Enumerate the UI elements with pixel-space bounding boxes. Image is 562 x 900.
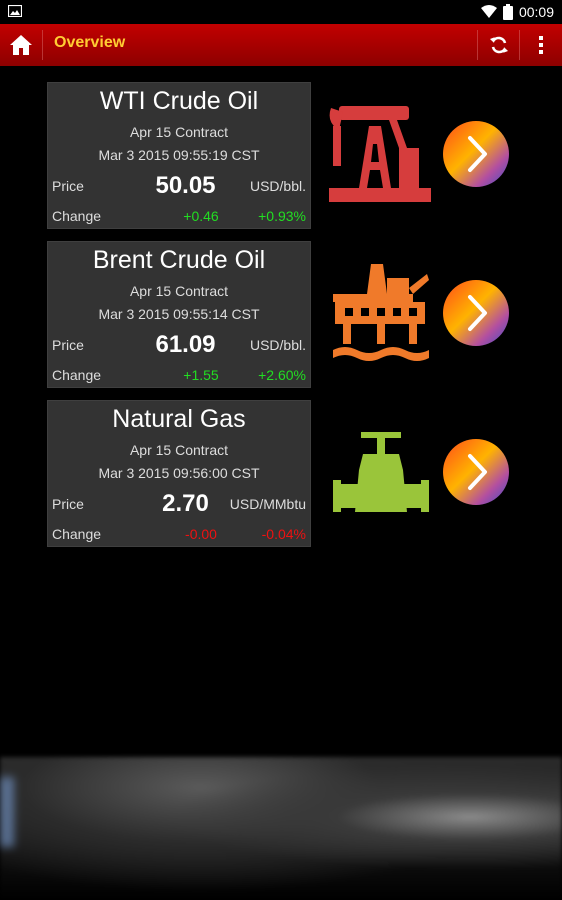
commodity-name: Natural Gas [112, 405, 246, 433]
refresh-icon [489, 36, 509, 54]
change-value: +0.46 [183, 208, 219, 224]
contract-label: Apr 15 Contract [129, 283, 229, 299]
change-percent: -0.04% [261, 526, 306, 542]
price-label: Price [52, 337, 84, 353]
details-arrow-button[interactable] [443, 121, 509, 187]
commodity-card-natural-gas[interactable]: Natural Gas Apr 15 Contract Mar 3 2015 0… [47, 400, 311, 547]
change-value: +1.55 [183, 367, 219, 383]
commodity-card-wti[interactable]: WTI Crude Oil Apr 15 Contract Mar 3 2015… [47, 82, 311, 229]
banner-decoration [0, 777, 14, 847]
quote-timestamp: Mar 3 2015 09:55:19 CST [98, 147, 260, 163]
price-unit: USD/bbl. [249, 337, 306, 353]
details-arrow-button[interactable] [443, 280, 509, 346]
price-label: Price [52, 496, 84, 512]
contract-label: Apr 15 Contract [129, 124, 229, 140]
price-unit: USD/MMbtu [229, 496, 306, 512]
app-bar: Overview [0, 24, 562, 66]
contract-label: Apr 15 Contract [129, 442, 229, 458]
price-unit: USD/bbl. [249, 178, 306, 194]
home-icon [10, 35, 32, 55]
divider [42, 30, 43, 60]
commodity-name: Brent Crude Oil [92, 246, 266, 274]
details-arrow-button[interactable] [443, 439, 509, 505]
image-notification-icon [8, 5, 22, 17]
status-time: 00:09 [518, 4, 554, 20]
status-indicators: 00:09 [480, 3, 554, 21]
wifi-icon [480, 5, 497, 18]
price-value: 61.09 [155, 331, 216, 358]
commodity-card-brent[interactable]: Brent Crude Oil Apr 15 Contract Mar 3 20… [47, 241, 311, 388]
quote-timestamp: Mar 3 2015 09:55:14 CST [98, 306, 260, 322]
change-label: Change [52, 526, 102, 542]
price-label: Price [52, 178, 84, 194]
price-value: 50.05 [155, 172, 216, 199]
change-percent: +0.93% [258, 208, 306, 224]
gas-valve-pipe-icon [333, 432, 429, 512]
home-button[interactable] [0, 24, 42, 66]
quote-timestamp: Mar 3 2015 09:56:00 CST [98, 465, 260, 481]
status-bar: 00:09 [0, 0, 562, 24]
change-value: -0.00 [185, 526, 217, 542]
commodity-name: WTI Crude Oil [99, 87, 259, 115]
price-value: 2.70 [162, 490, 209, 517]
overflow-menu-button[interactable] [520, 24, 562, 66]
page-title: Overview [54, 34, 126, 51]
change-label: Change [52, 208, 102, 224]
refresh-button[interactable] [478, 24, 520, 66]
change-label: Change [52, 367, 102, 383]
battery-icon [502, 4, 513, 20]
offshore-rig-icon [333, 264, 429, 361]
change-percent: +2.60% [258, 367, 306, 383]
oil-pumpjack-icon [329, 106, 431, 202]
ad-banner[interactable] [0, 757, 562, 900]
more-vert-icon [539, 36, 543, 54]
